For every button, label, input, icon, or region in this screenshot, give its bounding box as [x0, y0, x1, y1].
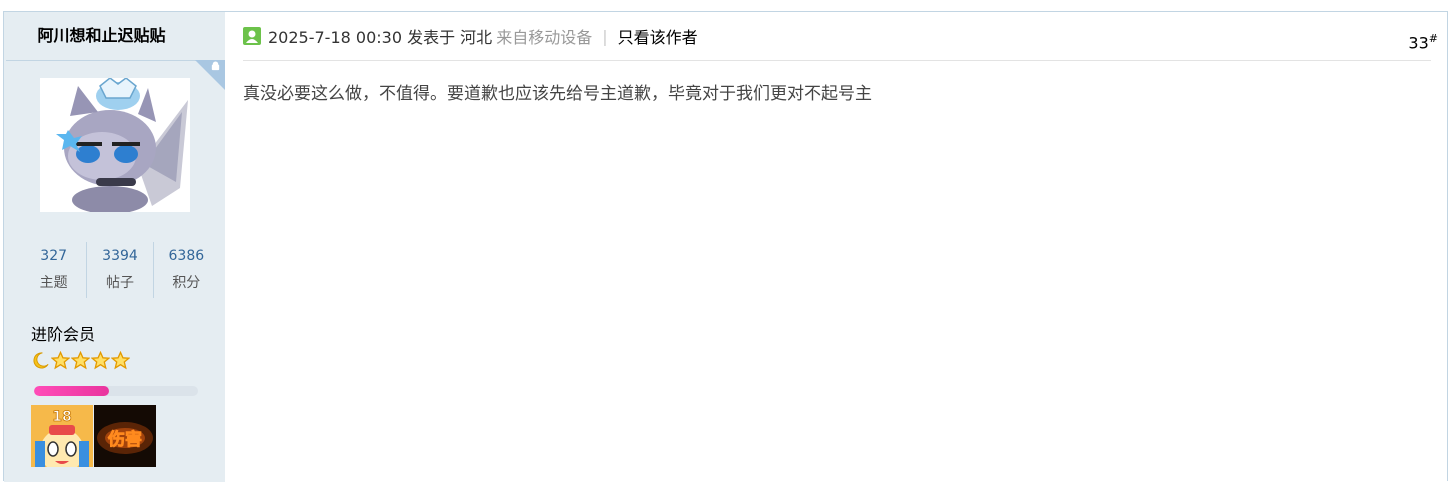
author-sidebar: 阿川想和止迟贴贴 327 主题 3394 帖子 6386 积分 进阶会员 18 … — [4, 12, 225, 482]
stat-value[interactable]: 327 — [21, 246, 86, 266]
stat-label: 积分 — [172, 275, 201, 291]
user-online-icon — [243, 27, 261, 45]
medal-badge-18[interactable]: 18 — [31, 405, 93, 467]
forum-post: 阿川想和止迟贴贴 327 主题 3394 帖子 6386 积分 进阶会员 18 … — [3, 11, 1448, 482]
rank-progress-fill — [34, 386, 110, 396]
rank-level — [31, 351, 130, 371]
rank-progress-bar — [34, 386, 198, 396]
stat-points[interactable]: 6386 积分 — [154, 242, 219, 298]
floor-mark: # — [1428, 32, 1438, 45]
stat-label: 帖子 — [105, 275, 134, 291]
author-name-bar: 阿川想和止迟贴贴 — [6, 12, 225, 61]
avatar[interactable] — [40, 78, 190, 212]
post-content: 真没必要这么做，不值得。要道歉也应该先给号主道歉，毕竟对于我们更对不起号主 — [243, 84, 872, 104]
stat-label: 主题 — [39, 275, 68, 291]
floor-number-value: 33 — [1408, 33, 1429, 53]
medal-1-text: 18 — [52, 409, 71, 425]
medal-badge-damage[interactable]: 伤害 — [94, 405, 156, 467]
moon-icon — [33, 352, 49, 369]
post-source: 来自移动设备 — [496, 28, 593, 47]
star-icon — [111, 351, 130, 370]
star-icon — [71, 351, 90, 370]
post-datetime: 2025-7-18 00:30 发表于 河北 — [268, 28, 493, 47]
stat-threads[interactable]: 327 主题 — [21, 242, 88, 298]
post-header: 2025-7-18 00:30 发表于 河北 来自移动设备 | 只看该作者 — [243, 12, 1431, 61]
stat-value[interactable]: 3394 — [87, 246, 152, 266]
star-icon — [51, 351, 70, 370]
author-name[interactable]: 阿川想和止迟贴贴 — [37, 26, 165, 45]
rank-title: 进阶会员 — [31, 325, 96, 344]
star-icon — [91, 351, 110, 370]
author-stats: 327 主题 3394 帖子 6386 积分 — [21, 242, 219, 298]
only-author-link[interactable]: 只看该作者 — [618, 24, 698, 48]
android-icon — [208, 61, 222, 75]
floor-number[interactable]: 33# — [1408, 32, 1438, 52]
medal-2-text: 伤害 — [107, 429, 142, 450]
header-separator: | — [602, 26, 608, 46]
stat-posts[interactable]: 3394 帖子 — [87, 242, 154, 298]
post-main: 2025-7-18 00:30 发表于 河北 来自移动设备 | 只看该作者 33… — [225, 12, 1447, 482]
stat-value[interactable]: 6386 — [154, 246, 219, 266]
